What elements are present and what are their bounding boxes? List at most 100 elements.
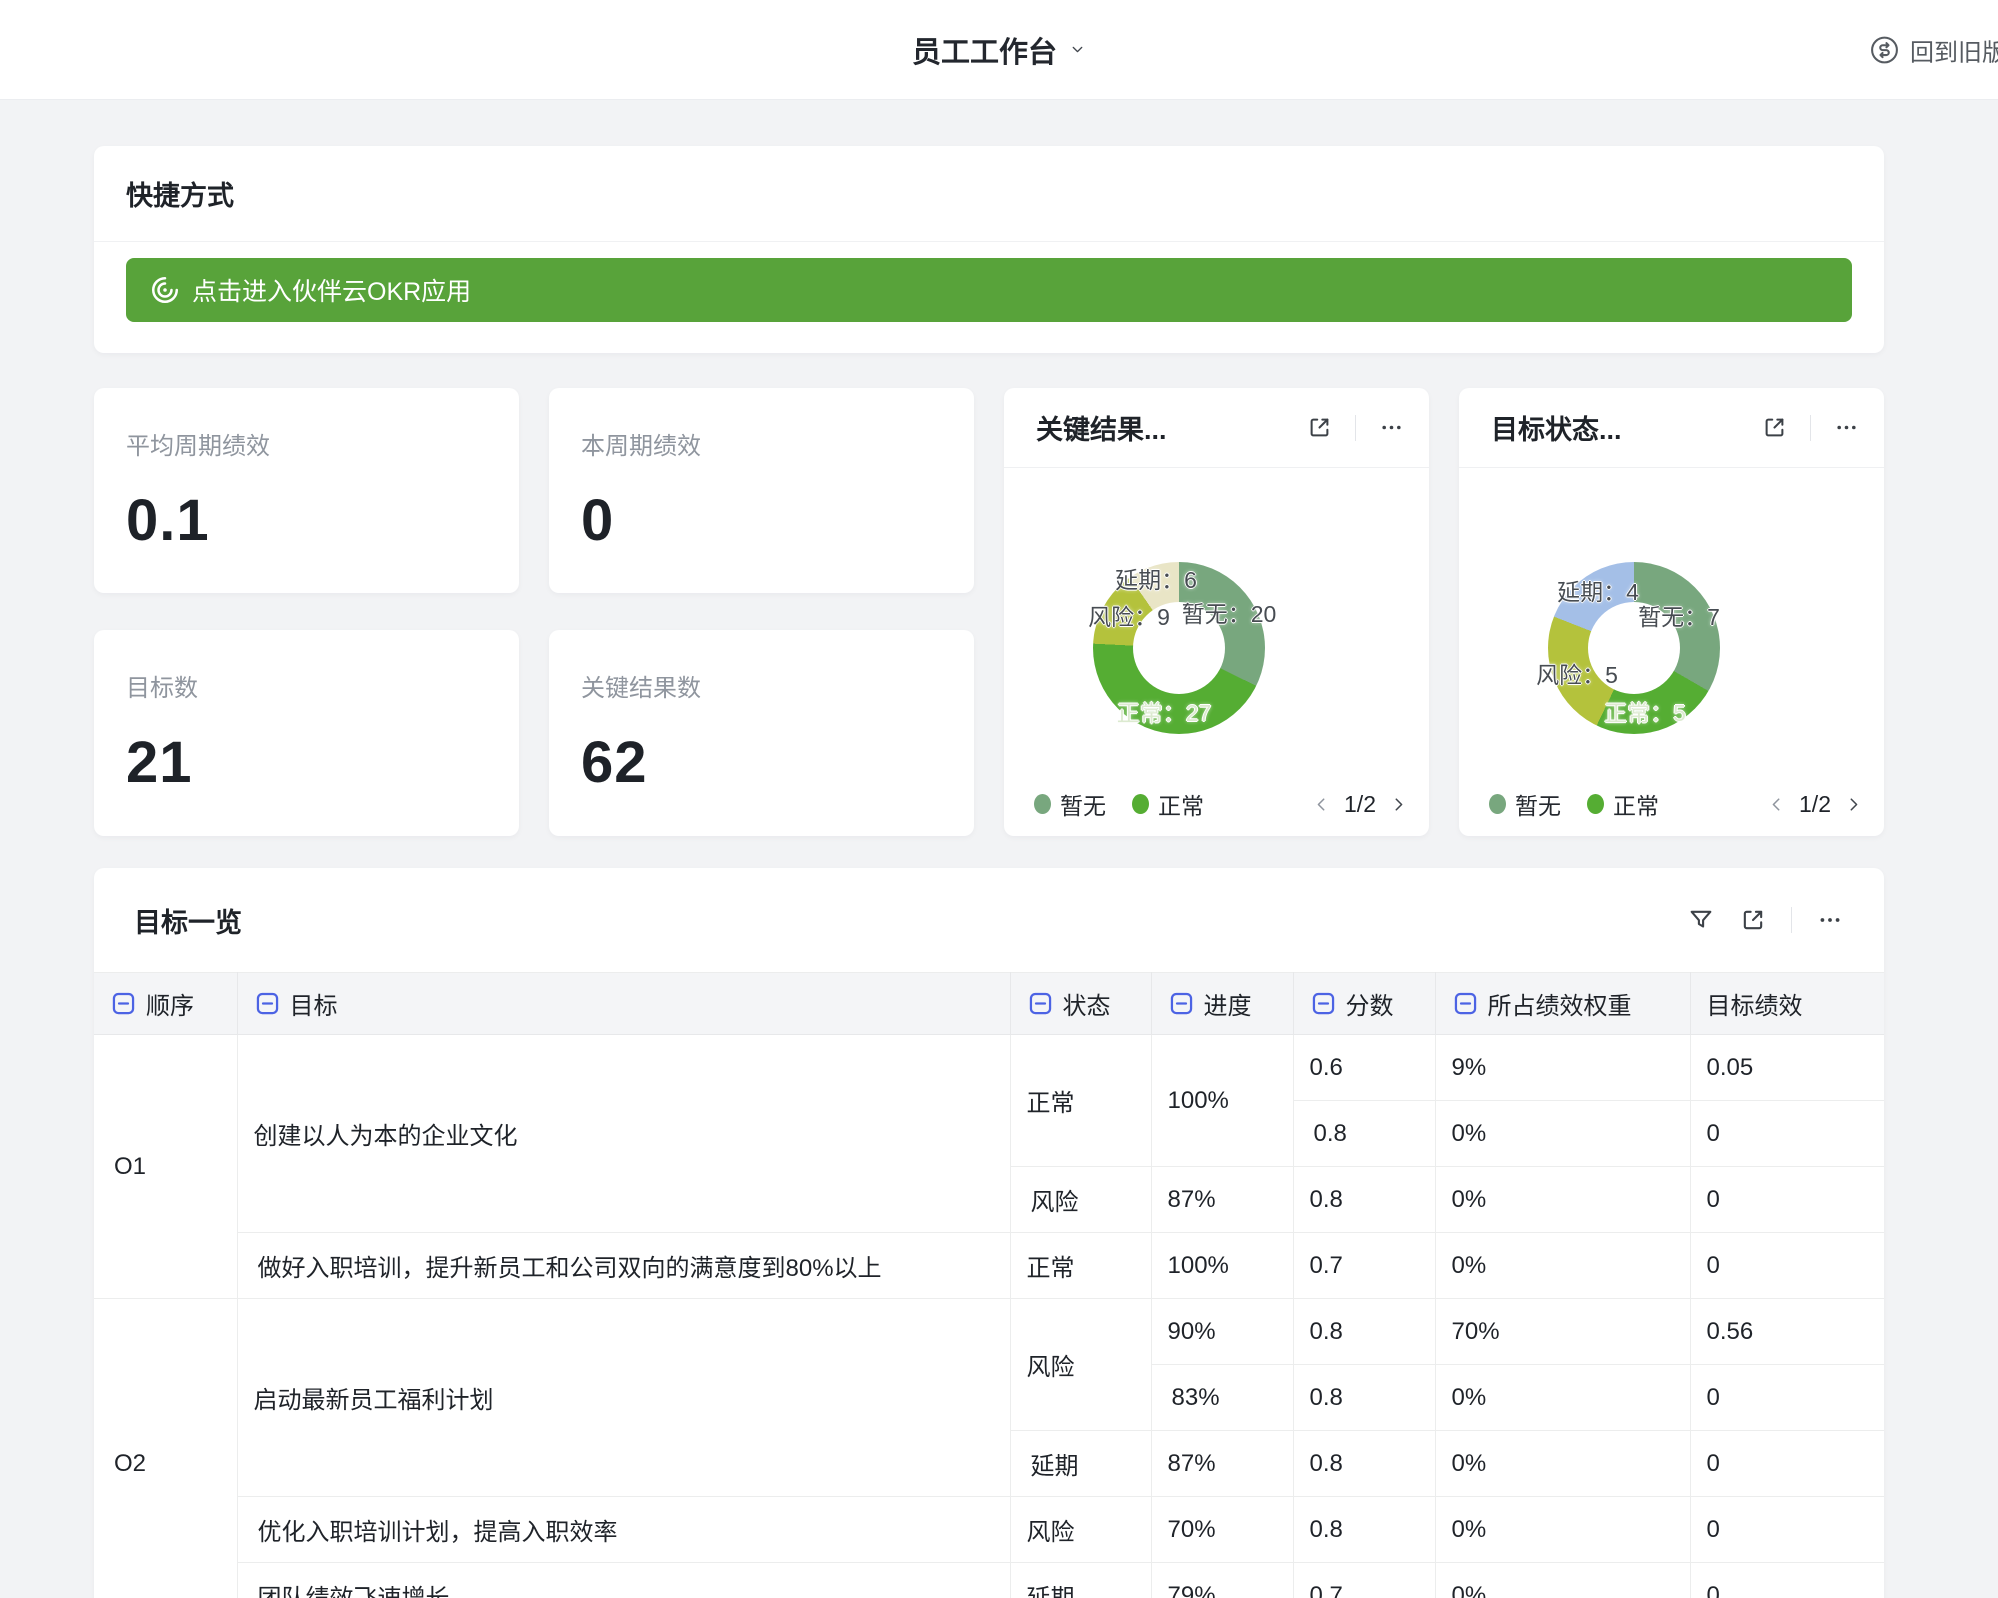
stat-card-goal-count: 目标数 21	[94, 630, 519, 836]
table-cell: 优化入职培训计划，提高入职效率	[237, 1497, 1010, 1563]
divider	[1791, 907, 1792, 933]
legend-item-normal[interactable]: 正常	[1132, 787, 1204, 821]
column-label: 顺序	[146, 986, 194, 1021]
stat-value: 0.1	[126, 487, 487, 554]
open-external-icon[interactable]	[1306, 414, 1333, 441]
slice-label-delayed: 延期：4	[1557, 573, 1639, 607]
slice-label-none: 暂无：7	[1638, 598, 1720, 632]
stat-card-key-result-count: 关键结果数 62	[549, 630, 974, 836]
column-label: 分数	[1346, 986, 1394, 1021]
table-cell: 0.7	[1293, 1563, 1435, 1598]
table-cell: O2	[94, 1299, 237, 1598]
legend-item-none[interactable]: 暂无	[1034, 787, 1106, 821]
okr-app-button[interactable]: 点击进入伙伴云OKR应用	[126, 258, 1852, 322]
legend-pager: 1/2	[1766, 791, 1864, 818]
collapse-column-icon[interactable]	[110, 990, 137, 1017]
legend-label: 正常	[1158, 787, 1204, 821]
pager-next-icon[interactable]	[1388, 794, 1409, 815]
more-options-icon[interactable]	[1816, 906, 1844, 934]
divider	[1810, 415, 1811, 441]
table-cell: 0.7	[1293, 1233, 1435, 1299]
legend-item-clipped	[1230, 794, 1239, 814]
collapse-column-icon[interactable]	[1027, 990, 1054, 1017]
table-row: 团队绩效飞速增长延期79%0.70%0	[94, 1563, 1884, 1598]
page-title: 员工工作台	[912, 29, 1057, 71]
legend-label: 暂无	[1060, 787, 1106, 821]
okr-target-icon	[150, 275, 180, 305]
filter-icon[interactable]	[1687, 906, 1715, 934]
donut-chart-area: 延期：4 暂无：7 风险：5 正常：5	[1459, 468, 1884, 778]
table-cell: 风险	[1010, 1497, 1151, 1563]
stat-label: 关键结果数	[581, 668, 942, 703]
goal-overview-title: 目标一览	[134, 901, 242, 940]
table-cell: 0	[1690, 1431, 1884, 1497]
chart-legend: 暂无 正常 1/2	[1004, 778, 1429, 836]
column-label: 目标	[290, 986, 338, 1021]
table-cell: 延期	[1010, 1563, 1151, 1598]
legend-label: 暂无	[1515, 787, 1561, 821]
swap-icon	[1869, 34, 1900, 65]
shortcuts-card-header: 快捷方式	[94, 146, 1884, 242]
table-cell: 团队绩效飞速增长	[237, 1563, 1010, 1598]
goal-overview-header: 目标一览	[94, 868, 1884, 972]
table-cell: 0.8	[1293, 1167, 1435, 1233]
collapse-column-icon[interactable]	[1452, 990, 1479, 1017]
collapse-column-icon[interactable]	[1168, 990, 1195, 1017]
back-to-old-button[interactable]: 回到旧版	[1869, 32, 1998, 67]
open-external-icon[interactable]	[1761, 414, 1788, 441]
table-cell: 0.6	[1293, 1035, 1435, 1101]
legend-item-normal[interactable]: 正常	[1587, 787, 1659, 821]
legend-item-none[interactable]: 暂无	[1489, 787, 1561, 821]
table-cell: 0.56	[1690, 1299, 1884, 1365]
collapse-column-icon[interactable]	[254, 990, 281, 1017]
table-cell: 83%	[1151, 1365, 1293, 1431]
slice-label-normal: 正常：27	[1117, 694, 1212, 728]
more-options-icon[interactable]	[1378, 414, 1405, 441]
table-cell: 0.8	[1293, 1365, 1435, 1431]
table-cell: 0	[1690, 1101, 1884, 1167]
column-label: 所占绩效权重	[1488, 986, 1632, 1021]
table-cell: 正常	[1010, 1035, 1151, 1167]
legend-pager: 1/2	[1311, 791, 1409, 818]
table-cell: 87%	[1151, 1431, 1293, 1497]
workspace-switcher[interactable]: 员工工作台	[912, 29, 1086, 71]
shortcuts-card: 快捷方式 点击进入伙伴云OKR应用	[94, 146, 1884, 353]
table-cell: 79%	[1151, 1563, 1293, 1598]
table-cell: 0	[1690, 1497, 1884, 1563]
pager-prev-icon[interactable]	[1311, 794, 1332, 815]
collapse-column-icon[interactable]	[1310, 990, 1337, 1017]
dashboard-grid: 平均周期绩效 0.1 本周期绩效 0 目标数 21 关键结果数 62 关键结果.…	[94, 388, 1884, 836]
more-options-icon[interactable]	[1833, 414, 1860, 441]
pager-next-icon[interactable]	[1843, 794, 1864, 815]
table-cell: 100%	[1151, 1233, 1293, 1299]
table-cell: 正常	[1010, 1233, 1151, 1299]
pager-prev-icon[interactable]	[1766, 794, 1787, 815]
stat-value: 21	[126, 729, 487, 796]
donut-chart-area: 延期：6 暂无：20 风险：9 正常：27	[1004, 468, 1429, 778]
open-external-icon[interactable]	[1739, 906, 1767, 934]
column-header: 所占绩效权重	[1435, 973, 1690, 1035]
table-row: 优化入职培训计划，提高入职效率风险70%0.80%0	[94, 1497, 1884, 1563]
table-cell: 延期	[1010, 1431, 1151, 1497]
table-cell: 0%	[1435, 1497, 1690, 1563]
pager-page-indicator: 1/2	[1799, 791, 1831, 818]
table-cell: 0%	[1435, 1365, 1690, 1431]
table-cell: 0%	[1435, 1233, 1690, 1299]
legend-dot	[1132, 794, 1149, 814]
shortcuts-title: 快捷方式	[126, 174, 234, 213]
table-cell: 做好入职培训，提升新员工和公司双向的满意度到80%以上	[237, 1233, 1010, 1299]
table-cell: 0%	[1435, 1167, 1690, 1233]
column-header: 目标	[237, 973, 1010, 1035]
table-cell: 90%	[1151, 1299, 1293, 1365]
column-header: 状态	[1010, 973, 1151, 1035]
legend-dot	[1489, 794, 1506, 814]
slice-label-normal: 正常：5	[1604, 694, 1686, 728]
slice-label-risk: 风险：9	[1088, 598, 1170, 632]
table-row: 做好入职培训，提升新员工和公司双向的满意度到80%以上正常100%0.70%0	[94, 1233, 1884, 1299]
legend-dot	[1034, 794, 1051, 814]
divider	[1355, 415, 1356, 441]
table-cell: 0.05	[1690, 1035, 1884, 1101]
stat-value: 0	[581, 487, 942, 554]
back-to-old-label: 回到旧版	[1910, 32, 1998, 67]
slice-label-none: 暂无：20	[1182, 595, 1277, 629]
